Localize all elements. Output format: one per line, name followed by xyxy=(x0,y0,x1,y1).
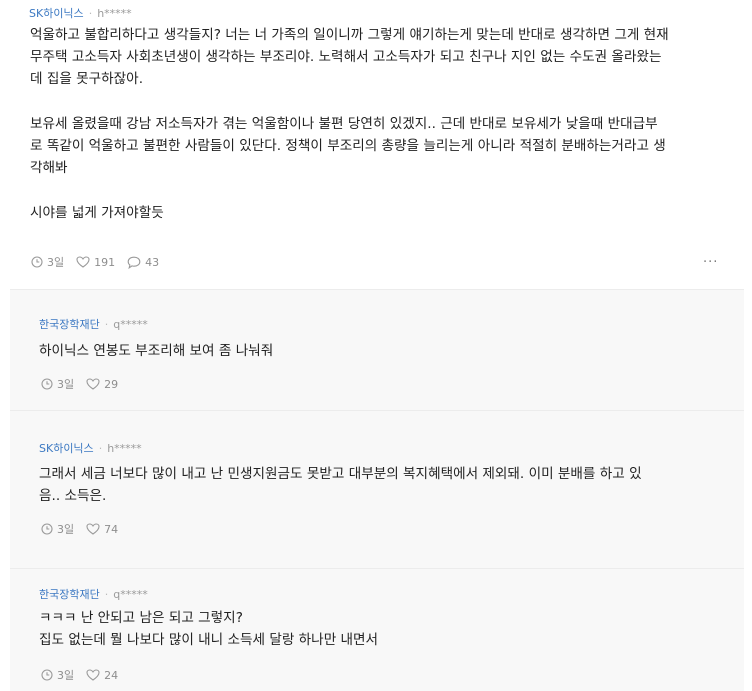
clock-icon xyxy=(41,378,53,390)
body-line: 그래서 세금 너보다 많이 내고 난 민생지원금도 못받고 대부분의 복지혜택에… xyxy=(39,466,642,482)
like-count: 29 xyxy=(104,377,119,391)
author-company[interactable]: 한국장학재단 xyxy=(39,588,100,601)
body-line: 시야를 넓게 가져야할듯 xyxy=(30,204,164,221)
body-line: 보유세 올렸을때 강남 저소득자가 겪는 억울함이나 불편 당연히 있겠지.. … xyxy=(30,115,658,132)
body-line: 하이닉스 연봉도 부조리해 보여 좀 나눠줘 xyxy=(39,343,274,359)
like-count: 191 xyxy=(94,255,116,269)
body-line: 억울하고 불합리하다고 생각들지? 너는 너 가족의 일이니까 그렇게 얘기하는… xyxy=(30,27,669,43)
reply-stats: 3일 24 xyxy=(41,667,130,683)
body-line: 각해봐 xyxy=(30,160,68,177)
time-stat: 3일 xyxy=(41,376,74,392)
body-line: 음.. 소득은. xyxy=(39,488,107,505)
reply-item: 한국장학재단 · q***** 하이닉스 연봉도 부조리해 보여 좀 나눠줘 3일 … xyxy=(10,289,744,410)
comment-count: 43 xyxy=(145,255,160,269)
author-user: h***** xyxy=(97,7,132,20)
time-label: 3일 xyxy=(57,523,75,536)
time-label: 3일 xyxy=(47,256,65,269)
body-line: 무주택 고소득자 사회초년생이 생각하는 부조리야. 노력해서 고소득자가 되고… xyxy=(30,49,662,66)
clock-icon xyxy=(41,523,53,535)
author-company[interactable]: SK하이닉스 xyxy=(39,442,94,455)
like-button[interactable]: 24 xyxy=(86,669,118,682)
heart-icon xyxy=(86,669,100,681)
body-line: 집도 없는데 뭘 나보다 많이 내니 소득세 달랑 하나만 내면서 xyxy=(39,632,379,649)
heart-icon xyxy=(86,523,100,535)
reply-body: ㅋㅋㅋ 난 안되고 남은 되고 그렇지? 집도 없는데 뭘 나보다 많이 내니 … xyxy=(39,607,378,651)
reply-stats: 3일 29 xyxy=(41,376,130,392)
author-user: h***** xyxy=(107,442,142,455)
reply-item: SK하이닉스 · h***** 그래서 세금 너보다 많이 내고 난 민생지원금도 … xyxy=(10,410,744,568)
separator-dot: · xyxy=(98,442,103,455)
comment-author[interactable]: SK하이닉스 · h***** xyxy=(29,5,132,21)
comment-stats: 3일 191 43 xyxy=(31,254,171,270)
reply-author[interactable]: SK하이닉스 · h***** xyxy=(39,440,142,456)
reply-body: 하이닉스 연봉도 부조리해 보여 좀 나눠줘 xyxy=(39,340,273,362)
reply-author[interactable]: 한국장학재단 · q***** xyxy=(39,586,148,602)
author-company[interactable]: 한국장학재단 xyxy=(39,318,100,331)
separator-dot: · xyxy=(104,318,109,331)
author-user: q***** xyxy=(113,318,148,331)
heart-icon xyxy=(86,378,100,390)
like-button[interactable]: 191 xyxy=(76,256,115,269)
clock-icon xyxy=(31,256,43,268)
author-company[interactable]: SK하이닉스 xyxy=(29,7,84,20)
body-line: 로 똑같이 억울하고 불편한 사람들이 있단다. 정책이 부조리의 총량을 늘리… xyxy=(30,138,666,154)
comment-thread: SK하이닉스 · h***** 억울하고 불합리하다고 생각들지? 너는 너 가족의… xyxy=(0,0,752,691)
time-label: 3일 xyxy=(57,378,75,391)
heart-icon xyxy=(76,256,90,268)
comment-body: 억울하고 불합리하다고 생각들지? 너는 너 가족의 일이니까 그렇게 얘기하는… xyxy=(30,24,669,224)
time-stat: 3일 xyxy=(31,254,64,270)
like-button[interactable]: 74 xyxy=(86,523,118,536)
like-count: 74 xyxy=(104,522,119,536)
body-line: ㅋㅋㅋ 난 안되고 남은 되고 그렇지? xyxy=(39,610,243,626)
separator-dot: · xyxy=(88,7,93,20)
like-button[interactable]: 29 xyxy=(86,378,118,391)
time-stat: 3일 xyxy=(41,667,74,683)
reply-item: 한국장학재단 · q***** ㅋㅋㅋ 난 안되고 남은 되고 그렇지? 집도 없는… xyxy=(10,568,744,691)
like-count: 24 xyxy=(104,668,119,682)
reply-stats: 3일 74 xyxy=(41,521,130,537)
time-stat: 3일 xyxy=(41,521,74,537)
body-line: 데 집을 못구하잖아. xyxy=(30,71,144,88)
main-comment: SK하이닉스 · h***** 억울하고 불합리하다고 생각들지? 너는 너 가족의… xyxy=(0,0,752,288)
author-user: q***** xyxy=(113,588,148,601)
speech-bubble-icon xyxy=(127,256,141,269)
separator-dot: · xyxy=(104,588,109,601)
reply-body: 그래서 세금 너보다 많이 내고 난 민생지원금도 못받고 대부분의 복지혜택에… xyxy=(39,463,642,507)
more-dots-icon[interactable]: ··· xyxy=(703,256,721,270)
time-label: 3일 xyxy=(57,669,75,682)
reply-author[interactable]: 한국장학재단 · q***** xyxy=(39,316,148,332)
comment-count-button[interactable]: 43 xyxy=(127,256,159,269)
clock-icon xyxy=(41,669,53,681)
